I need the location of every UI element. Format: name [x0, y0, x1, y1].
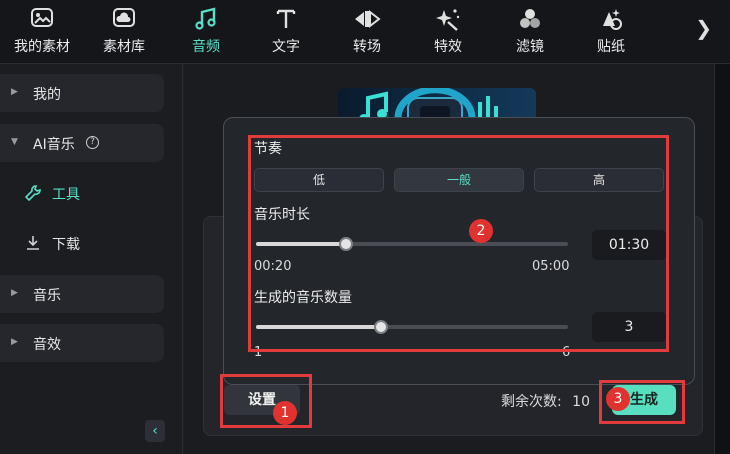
- annotation-box-settings-button: [220, 374, 312, 428]
- sidebar-item-label: 音效: [33, 337, 61, 353]
- sidebar-item-music[interactable]: ▶ 音乐: [0, 275, 164, 313]
- text-icon: [246, 6, 326, 34]
- sidebar: ▶ 我的 ▼ AI音乐 ? 工具 下载 ▶ 音乐 ▶ 音效 ‹: [0, 64, 183, 454]
- tab-my-media[interactable]: 我的素材: [2, 6, 82, 60]
- library-icon: [84, 6, 164, 34]
- tab-label: 特效: [434, 39, 462, 55]
- tab-effects[interactable]: 特效: [408, 6, 488, 60]
- collapse-sidebar-button[interactable]: ‹: [145, 420, 165, 442]
- tab-label: 滤镜: [516, 39, 544, 55]
- sidebar-item-label: 音乐: [33, 288, 61, 304]
- caret-right-icon: ▶: [11, 288, 18, 298]
- sidebar-item-ai-music[interactable]: ▼ AI音乐 ?: [0, 124, 164, 162]
- filters-icon: [490, 6, 570, 34]
- tab-label: 贴纸: [597, 39, 625, 55]
- top-toolbar: 我的素材 素材库 音频 文字 转场 特效 滤镜 贴纸 ❯: [0, 0, 730, 64]
- annotation-badge-1: 1: [273, 401, 297, 425]
- sidebar-item-label: 工具: [52, 187, 80, 203]
- sidebar-item-sfx[interactable]: ▶ 音效: [0, 324, 164, 362]
- tab-transition[interactable]: 转场: [327, 6, 407, 60]
- effects-icon: [408, 6, 488, 34]
- sidebar-item-label: 下载: [52, 237, 80, 253]
- caret-down-icon: ▼: [11, 137, 18, 147]
- remaining-count: 剩余次数: 10: [501, 391, 590, 411]
- sidebar-item-label: AI音乐: [33, 137, 75, 153]
- sidebar-item-tools[interactable]: 工具: [24, 176, 164, 212]
- tab-label: 文字: [272, 39, 300, 55]
- tab-stickers[interactable]: 贴纸: [571, 6, 651, 60]
- download-icon: [24, 234, 42, 256]
- tab-label: 我的素材: [14, 39, 70, 55]
- tab-text[interactable]: 文字: [246, 6, 326, 60]
- help-icon[interactable]: ?: [86, 136, 99, 149]
- sidebar-item-download[interactable]: 下载: [24, 226, 164, 262]
- tab-label: 素材库: [103, 39, 145, 55]
- stickers-icon: [571, 6, 651, 34]
- transition-icon: [327, 6, 407, 34]
- tab-label: 音频: [192, 39, 220, 55]
- tab-label: 转场: [353, 39, 381, 55]
- caret-right-icon: ▶: [11, 87, 18, 97]
- caret-right-icon: ▶: [11, 337, 18, 347]
- annotation-badge-2: 2: [469, 219, 493, 243]
- music-note-icon: [166, 6, 246, 34]
- sidebar-item-my[interactable]: ▶ 我的: [0, 74, 164, 112]
- annotation-badge-3: 3: [606, 387, 630, 411]
- right-panel-edge: [714, 64, 730, 454]
- remaining-value: 10: [572, 394, 590, 410]
- my-media-icon: [2, 6, 82, 34]
- tab-audio[interactable]: 音频: [166, 6, 246, 60]
- more-tabs-chevron-icon[interactable]: ❯: [695, 16, 712, 40]
- wrench-icon: [24, 184, 42, 206]
- tab-filters[interactable]: 滤镜: [490, 6, 570, 60]
- sidebar-item-label: 我的: [33, 87, 61, 103]
- remaining-label: 剩余次数:: [501, 394, 562, 410]
- tab-library[interactable]: 素材库: [84, 6, 164, 60]
- annotation-box-settings-panel: [248, 135, 669, 352]
